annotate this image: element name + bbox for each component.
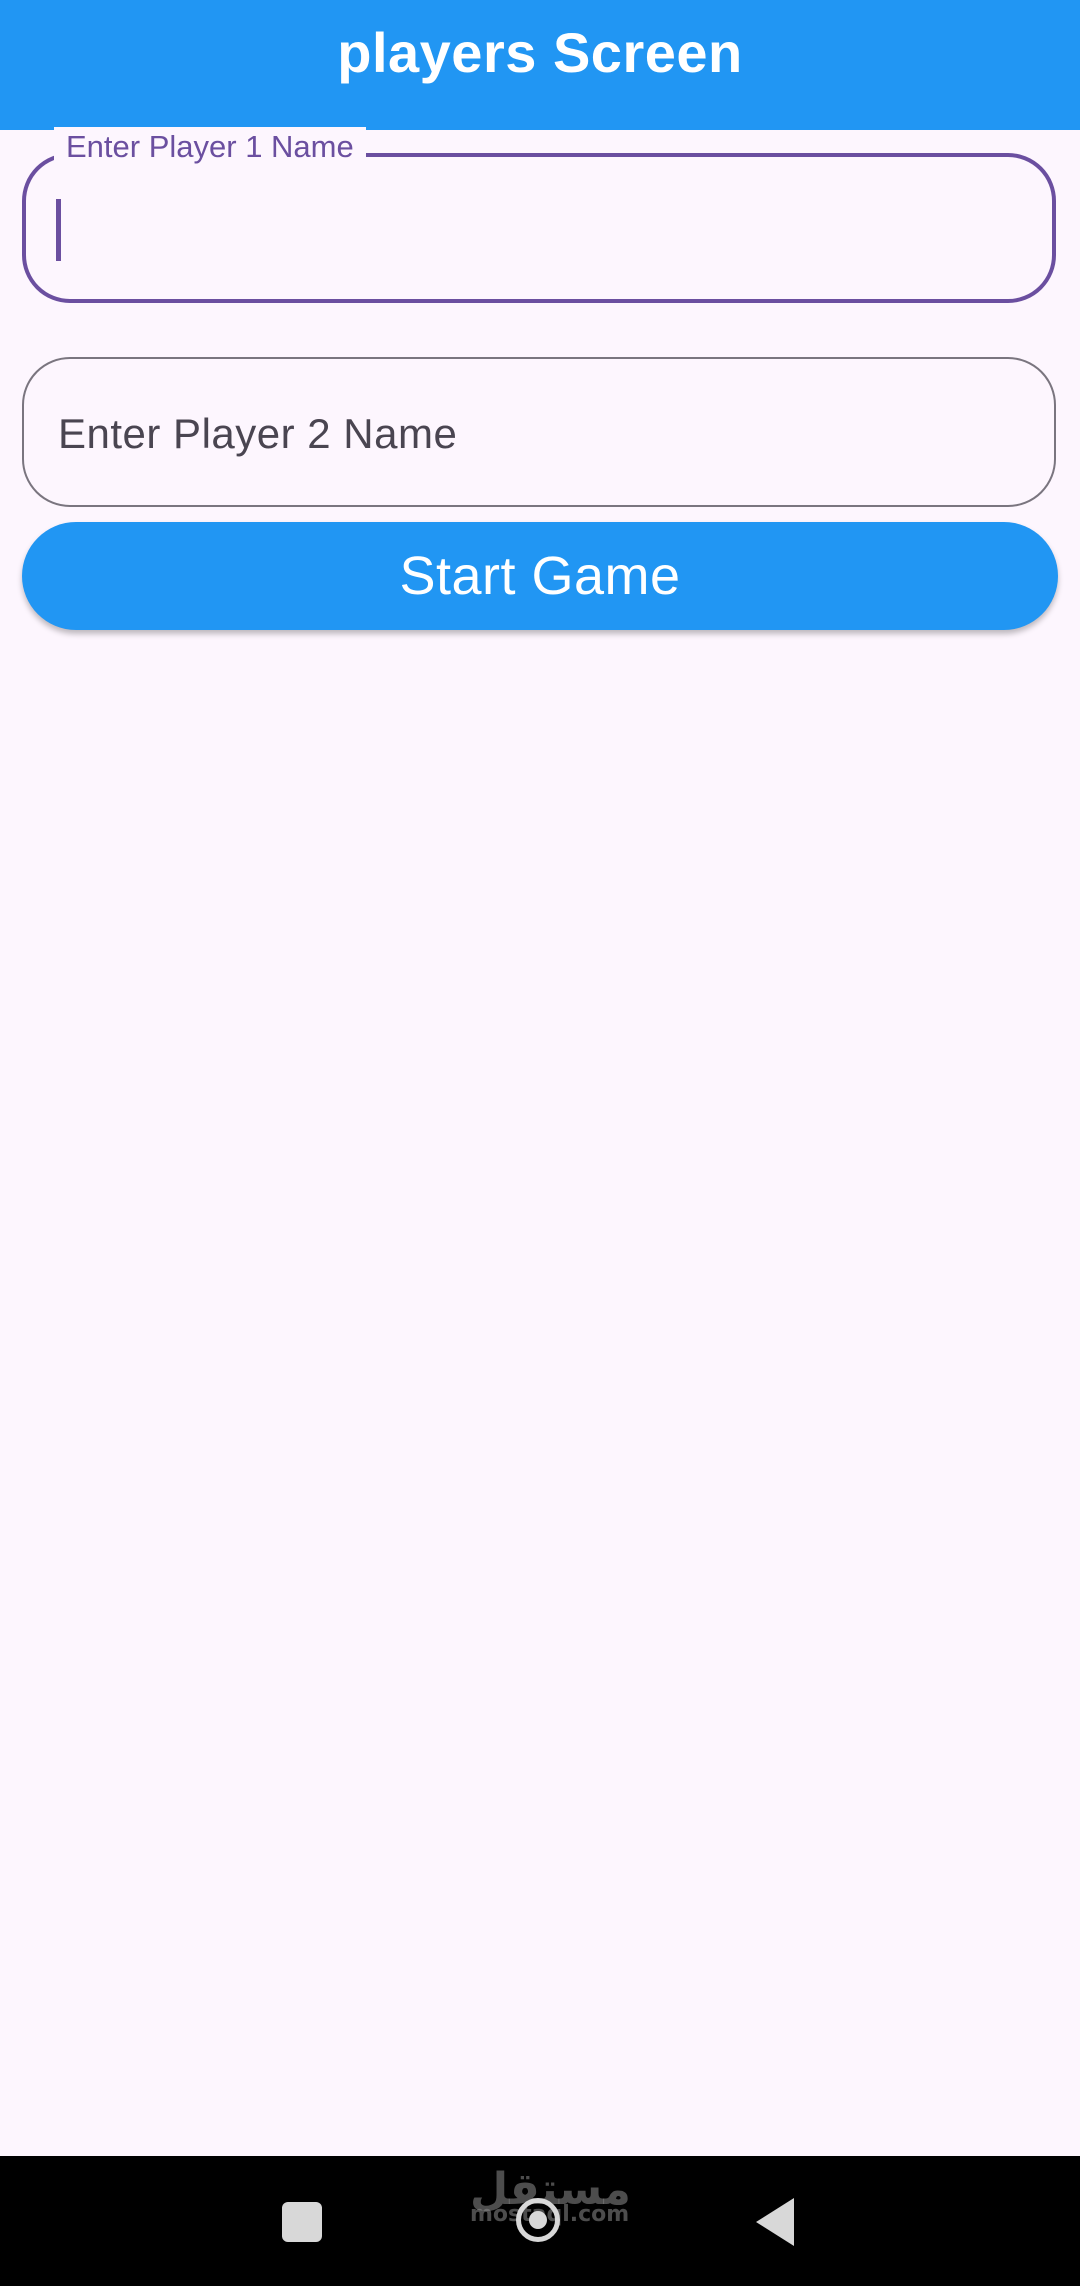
text-caret bbox=[56, 199, 61, 261]
home-circle-inner bbox=[529, 2211, 547, 2229]
back-triangle-icon[interactable] bbox=[756, 2198, 794, 2246]
start-game-button[interactable]: Start Game bbox=[22, 522, 1058, 630]
home-circle-icon[interactable] bbox=[516, 2198, 560, 2242]
player2-name-placeholder: Enter Player 2 Name bbox=[58, 410, 458, 457]
system-nav-bar: مستقل mostaql.com bbox=[0, 2156, 1080, 2286]
player1-name-label: Enter Player 1 Name bbox=[54, 127, 366, 167]
app-bar: players Screen bbox=[0, 0, 1080, 130]
player1-name-input[interactable]: Enter Player 1 Name bbox=[22, 127, 1056, 303]
recents-square-icon[interactable] bbox=[282, 2202, 322, 2242]
page-title: players Screen bbox=[337, 20, 743, 84]
players-screen: players Screen Enter Player 1 Name Enter… bbox=[0, 0, 1080, 2286]
player2-name-input[interactable]: Enter Player 2 Name bbox=[22, 357, 1056, 507]
